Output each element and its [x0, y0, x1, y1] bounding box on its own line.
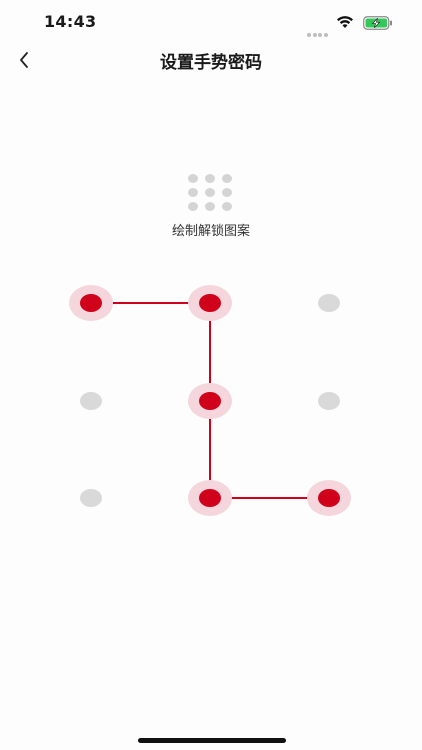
pattern-path — [91, 302, 329, 499]
pattern-lock[interactable] — [0, 0, 422, 750]
pattern-dot-core — [318, 294, 340, 312]
pattern-dot-core — [318, 392, 340, 410]
pattern-dot-core — [80, 489, 102, 507]
pattern-dot-core — [199, 392, 221, 410]
pattern-dot-core — [80, 294, 102, 312]
pattern-dot-core — [199, 294, 221, 312]
pattern-dot-core — [199, 489, 221, 507]
home-indicator — [138, 738, 286, 743]
pattern-dot-core — [80, 392, 102, 410]
pattern-dot-core — [318, 489, 340, 507]
